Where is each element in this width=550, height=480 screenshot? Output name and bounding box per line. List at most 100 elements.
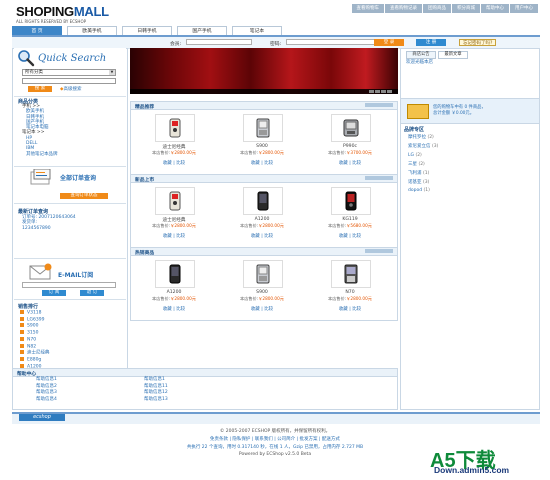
help-link[interactable]: 帮助信息4 [36, 397, 57, 404]
product-card[interactable]: P990c 本店售价:￥3700.00元 收藏 | 比较 [317, 111, 387, 175]
email-input[interactable] [22, 282, 116, 288]
slider-dot[interactable] [381, 90, 386, 93]
brand-item[interactable]: 飞利浦 (1) [408, 170, 438, 179]
product-name[interactable]: P990c [317, 144, 383, 149]
brand-item[interactable]: 诺基亚 (3) [408, 179, 438, 188]
help-link[interactable]: 帮助信息3 [36, 390, 57, 397]
top-sales-item[interactable]: S900 [20, 323, 50, 330]
product-card[interactable]: N70 本店售价:￥2800.00元 收藏 | 比较 [317, 257, 387, 321]
subscribe-button[interactable]: 订 阅 [42, 290, 66, 296]
top-link[interactable]: 积分商城 [452, 4, 480, 13]
favorite-link[interactable]: 收藏 [163, 234, 172, 239]
top-sales-item[interactable]: V3118 [20, 310, 50, 317]
favorite-link[interactable]: 收藏 [163, 161, 172, 166]
product-image[interactable] [331, 187, 371, 215]
product-image[interactable] [331, 260, 371, 288]
nav-tab[interactable]: 国产手机 [177, 26, 227, 35]
compare-link[interactable]: 比较 [264, 234, 273, 239]
top-link[interactable]: 用户中心 [510, 4, 538, 13]
product-card[interactable]: S900 本店售价:￥2800.00元 收藏 | 比较 [229, 111, 299, 175]
help-link[interactable]: 帮助信息1 [36, 377, 57, 384]
compare-link[interactable]: 比较 [352, 307, 361, 312]
product-image[interactable] [155, 114, 195, 142]
advanced-search-link[interactable]: ◆高级搜索 [60, 86, 81, 92]
site-logo[interactable]: SHOPINGMALL [16, 5, 109, 18]
help-link[interactable]: 帮助信息1 [144, 377, 168, 384]
nav-tab[interactable]: 欧美手机 [67, 26, 117, 35]
product-card[interactable]: A1200 本店售价:￥2800.00元 收藏 | 比较 [229, 184, 299, 248]
nav-tab[interactable]: 首 页 [12, 26, 62, 35]
favorite-link[interactable]: 收藏 [251, 161, 260, 166]
section-more-button[interactable] [365, 249, 393, 253]
top-link[interactable]: 团购商品 [423, 4, 451, 13]
favorite-link[interactable]: 收藏 [251, 234, 260, 239]
product-image[interactable] [155, 187, 195, 215]
product-name[interactable]: A1200 [141, 290, 207, 295]
footer-links[interactable]: 免责条款 | 隐私保护 | 联系我们 | 公司简介 | 批发方案 | 配送方式 [85, 436, 465, 442]
section-more-button[interactable] [365, 176, 393, 180]
forgot-password-link[interactable]: 忘记密码了吗? [459, 39, 497, 46]
banner-slider[interactable] [130, 48, 398, 94]
username-input[interactable] [186, 39, 252, 45]
top-sales-item[interactable]: E880g [20, 356, 50, 364]
product-image[interactable] [155, 260, 195, 288]
product-card[interactable]: KG119 本店售价:￥5680.00元 收藏 | 比较 [317, 184, 387, 248]
favorite-link[interactable]: 收藏 [339, 307, 348, 312]
compare-link[interactable]: 比较 [352, 234, 361, 239]
unsubscribe-button[interactable]: 退 订 [80, 290, 104, 296]
product-name[interactable]: A1200 [229, 217, 295, 222]
help-link[interactable]: 帮助信息13 [144, 397, 168, 404]
help-link[interactable]: 帮助信息12 [144, 390, 168, 397]
top-sales-item[interactable]: LG6399 [20, 316, 50, 324]
brand-item[interactable]: 三星 (2) [408, 161, 438, 170]
brand-item[interactable]: dopod (1) [408, 187, 438, 196]
favorite-link[interactable]: 收藏 [339, 234, 348, 239]
product-name[interactable]: S900 [229, 290, 295, 295]
product-image[interactable] [243, 114, 283, 142]
product-image[interactable] [243, 260, 283, 288]
favorite-link[interactable]: 收藏 [339, 161, 348, 166]
top-sales-item[interactable]: N82 [20, 343, 50, 351]
keyword-input[interactable] [22, 78, 116, 84]
brand-item[interactable]: 索尼爱立信 (3) [408, 143, 438, 152]
top-link[interactable]: 查看购物记录 [385, 4, 422, 13]
product-name[interactable]: KG119 [317, 217, 383, 222]
category-item[interactable]: 其他笔记本品牌 [22, 152, 58, 157]
product-name[interactable]: S900 [229, 144, 295, 149]
compare-link[interactable]: 比较 [176, 161, 185, 166]
favorite-link[interactable]: 收藏 [251, 307, 260, 312]
top-sales-item[interactable]: 迪士尼经典 [20, 350, 50, 357]
product-image[interactable] [243, 187, 283, 215]
cart-summary[interactable]: 您的购物车中有 0 件商品， 总计金额 ￥0.00元。 [401, 98, 539, 124]
notice-tab[interactable]: 最新文章 [438, 51, 468, 59]
product-card[interactable]: 迪士尼经典 本店售价:￥2800.00元 收藏 | 比较 [141, 111, 211, 175]
brand-item[interactable]: LG (2) [408, 152, 438, 161]
compare-link[interactable]: 比较 [176, 234, 185, 239]
recent-query-line[interactable]: 1234567890 [22, 226, 76, 231]
section-more-button[interactable] [365, 103, 393, 107]
compare-link[interactable]: 比较 [264, 161, 273, 166]
brand-item[interactable]: 摩托罗拉 (2) [408, 134, 438, 143]
slider-dot[interactable] [387, 90, 392, 93]
order-query-button[interactable]: 查询订单状态 [60, 193, 108, 199]
search-button[interactable]: 搜 索 [28, 86, 52, 92]
category-select[interactable]: 所有分类 ▼ [22, 69, 116, 76]
notice-tab[interactable]: 商店公告 [406, 51, 436, 59]
slider-dot[interactable] [369, 90, 374, 93]
compare-link[interactable]: 比较 [352, 161, 361, 166]
top-link[interactable]: 帮助中心 [481, 4, 509, 13]
product-card[interactable]: 迪士尼经典 本店售价:￥2800.00元 收藏 | 比较 [141, 184, 211, 248]
register-button[interactable]: 注 册 [416, 39, 446, 46]
slider-dot[interactable] [375, 90, 380, 93]
top-link[interactable]: 查看购物车 [351, 4, 384, 13]
login-button[interactable]: 登 录 [374, 39, 404, 46]
product-image[interactable] [331, 114, 371, 142]
nav-tab[interactable]: 笔记本 [232, 26, 282, 35]
product-name[interactable]: N70 [317, 290, 383, 295]
top-sales-item[interactable]: 3150 [20, 330, 50, 337]
product-card[interactable]: A1200 本店售价:￥2800.00元 收藏 | 比较 [141, 257, 211, 321]
nav-tab[interactable]: 日韩手机 [122, 26, 172, 35]
password-input[interactable] [286, 39, 376, 45]
compare-link[interactable]: 比较 [264, 307, 273, 312]
compare-link[interactable]: 比较 [176, 307, 185, 312]
